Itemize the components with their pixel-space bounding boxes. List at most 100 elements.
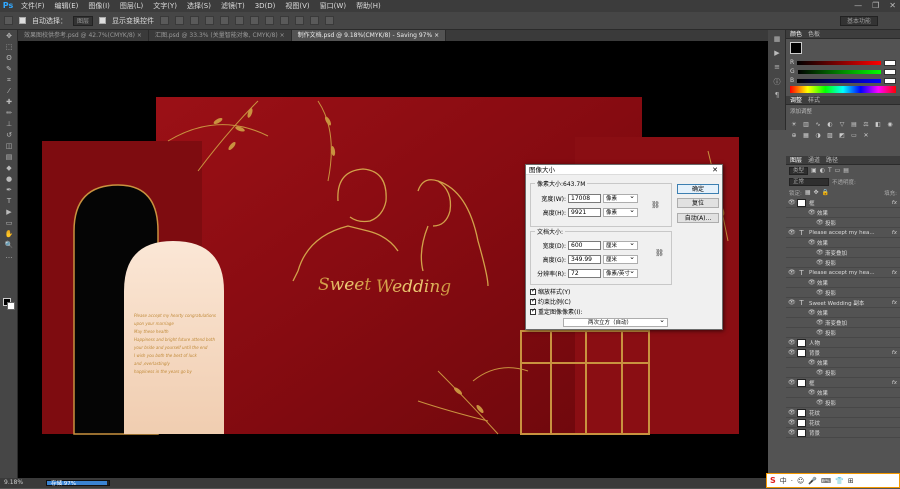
doc-height-unit[interactable]: 厘米 xyxy=(603,253,638,264)
minimize-button[interactable]: — xyxy=(854,0,862,12)
visibility-eye-icon[interactable]: 👁 xyxy=(788,349,796,356)
lasso-tool-icon[interactable]: ʘ xyxy=(3,54,15,63)
transform-controls-checkbox[interactable] xyxy=(99,17,107,24)
visibility-eye-icon[interactable]: 👁 xyxy=(788,339,796,346)
resolution-input[interactable]: 72 xyxy=(568,269,601,278)
effect-visibility-icon[interactable]: 👁 xyxy=(816,369,824,376)
layer-effects-icon[interactable]: fx xyxy=(892,200,900,206)
channel-mixer-icon[interactable]: ⊕ xyxy=(790,132,798,139)
ime-emoji-icon[interactable]: ☺ xyxy=(797,477,804,485)
exposure-icon[interactable]: ◐ xyxy=(826,121,834,128)
menu-item[interactable]: 图像(I) xyxy=(83,0,115,12)
align-bottom-icon[interactable] xyxy=(190,16,200,25)
ime-microphone-icon[interactable]: 🎤 xyxy=(808,477,817,485)
layer-effects-icon[interactable]: fx xyxy=(892,300,900,306)
effect-visibility-icon[interactable]: 👁 xyxy=(816,329,824,336)
visibility-eye-icon[interactable]: 👁 xyxy=(788,409,796,416)
distribute-top-icon[interactable] xyxy=(250,16,260,25)
align-left-icon[interactable] xyxy=(205,16,215,25)
pixel-height-input[interactable]: 9921 xyxy=(568,208,601,217)
layer-row[interactable]: 👁 背景 fx xyxy=(786,348,900,358)
actions-panel-icon[interactable]: ▶ xyxy=(772,49,782,58)
green-channel[interactable]: G xyxy=(790,68,896,75)
shape-tool-icon[interactable]: ▭ xyxy=(3,219,15,228)
eraser-tool-icon[interactable]: ◫ xyxy=(3,142,15,151)
ime-punctuation-icon[interactable]: · xyxy=(791,477,793,485)
layer-row[interactable]: 👁 效果 xyxy=(786,358,900,368)
layer-row[interactable]: 👁 投影 xyxy=(786,328,900,338)
menu-item[interactable]: 3D(D) xyxy=(250,0,281,12)
auto-select-dropdown[interactable]: 图层 xyxy=(73,15,94,26)
lock-position-icon[interactable]: ✥ xyxy=(814,189,819,196)
eyedropper-tool-icon[interactable]: ⁄ xyxy=(3,87,15,96)
blue-channel[interactable]: B xyxy=(790,77,896,84)
menu-item[interactable]: 图层(L) xyxy=(115,0,148,12)
tab-styles[interactable]: 样式 xyxy=(808,96,820,104)
layer-row[interactable]: 👁 投影 xyxy=(786,258,900,268)
distribute-right-icon[interactable] xyxy=(325,16,335,25)
layer-row[interactable]: 👁 背景 xyxy=(786,428,900,438)
tab-production-doc[interactable]: 制作文档.psd @ 9.18%(CMYK/8) - Saving 97% × xyxy=(291,30,447,41)
zoom-tool-icon[interactable]: 🔍 xyxy=(3,241,15,250)
layer-row[interactable]: 👁 投影 xyxy=(786,288,900,298)
effect-visibility-icon[interactable]: 👁 xyxy=(808,359,816,366)
checkbox-check-icon[interactable] xyxy=(530,307,536,315)
align-top-icon[interactable] xyxy=(160,16,170,25)
properties-panel-icon[interactable]: ≡ xyxy=(772,63,782,72)
menu-item[interactable]: 帮助(H) xyxy=(351,0,386,12)
checkbox-check-icon[interactable] xyxy=(530,287,536,295)
levels-icon[interactable]: ▥ xyxy=(802,121,810,128)
tab-channels[interactable]: 通道 xyxy=(808,156,820,164)
posterize-icon[interactable]: ▨ xyxy=(826,132,834,139)
blur-tool-icon[interactable]: ◆ xyxy=(3,164,15,173)
layer-row[interactable]: 👁 花纹 xyxy=(786,408,900,418)
hand-tool-icon[interactable]: ✋ xyxy=(3,230,15,239)
gradient-tool-icon[interactable]: ▤ xyxy=(3,153,15,162)
tab-summary-doc[interactable]: 汇图.psd @ 33.3% (关量智能对象, CMYK/8) × xyxy=(149,30,292,41)
menu-item[interactable]: 视图(V) xyxy=(280,0,314,12)
resample-method-dropdown[interactable]: 两次立方（自动） xyxy=(563,316,668,327)
lookup-icon[interactable]: ▦ xyxy=(802,132,810,139)
align-center-icon[interactable] xyxy=(220,16,230,25)
effect-visibility-icon[interactable]: 👁 xyxy=(816,289,824,296)
menu-item[interactable]: 窗口(W) xyxy=(315,0,351,12)
blend-mode-dropdown[interactable]: 正常 xyxy=(789,177,829,186)
tab-swatches[interactable]: 色板 xyxy=(808,30,820,38)
layer-row[interactable]: 👁 效果 xyxy=(786,388,900,398)
visibility-eye-icon[interactable]: 👁 xyxy=(788,419,796,426)
workspace-switcher[interactable]: 基本功能 xyxy=(839,16,878,26)
vibrance-icon[interactable]: ▽ xyxy=(838,121,846,128)
effect-visibility-icon[interactable]: 👁 xyxy=(808,309,816,316)
layer-effects-icon[interactable]: fx xyxy=(892,380,900,386)
doc-width-input[interactable]: 600 xyxy=(568,241,601,250)
gradient-map-icon[interactable]: ▭ xyxy=(850,132,858,139)
effect-visibility-icon[interactable]: 👁 xyxy=(816,319,824,326)
layer-row[interactable]: 👁 投影 xyxy=(786,368,900,378)
marquee-tool-icon[interactable]: ⬚ xyxy=(3,43,15,52)
distribute-bottom-icon[interactable] xyxy=(280,16,290,25)
layer-row[interactable]: 👁 T Please accept my hea... fx xyxy=(786,228,900,238)
ime-mode-chinese[interactable]: 中 xyxy=(780,476,787,486)
distribute-left-icon[interactable] xyxy=(295,16,305,25)
layer-effects-icon[interactable]: fx xyxy=(892,230,900,236)
visibility-eye-icon[interactable]: 👁 xyxy=(788,429,796,436)
effect-visibility-icon[interactable]: 👁 xyxy=(816,399,824,406)
ok-button[interactable]: 确定 xyxy=(677,184,719,194)
blue-value[interactable] xyxy=(884,77,896,84)
blue-slider[interactable] xyxy=(797,78,881,83)
paragraph-panel-icon[interactable]: ¶ xyxy=(772,91,782,100)
menu-item[interactable]: 编辑(E) xyxy=(50,0,84,12)
effect-visibility-icon[interactable]: 👁 xyxy=(816,219,824,226)
visibility-eye-icon[interactable]: 👁 xyxy=(788,229,796,236)
auto-select-checkbox[interactable] xyxy=(19,17,26,24)
curves-icon[interactable]: ∿ xyxy=(814,121,822,128)
info-panel-icon[interactable]: ⓘ xyxy=(772,77,782,86)
more-tools-icon[interactable]: … xyxy=(3,252,15,261)
visibility-eye-icon[interactable]: 👁 xyxy=(788,379,796,386)
constrain-checkbox[interactable]: 约束比例(C) xyxy=(530,297,571,306)
align-middle-icon[interactable] xyxy=(175,16,185,25)
layer-row[interactable]: 👁 人物 xyxy=(786,338,900,348)
close-button[interactable]: ✕ xyxy=(889,0,896,12)
layer-row[interactable]: 👁 花纹 xyxy=(786,418,900,428)
layer-row[interactable]: 👁 T Please accept my hea... fx xyxy=(786,268,900,278)
